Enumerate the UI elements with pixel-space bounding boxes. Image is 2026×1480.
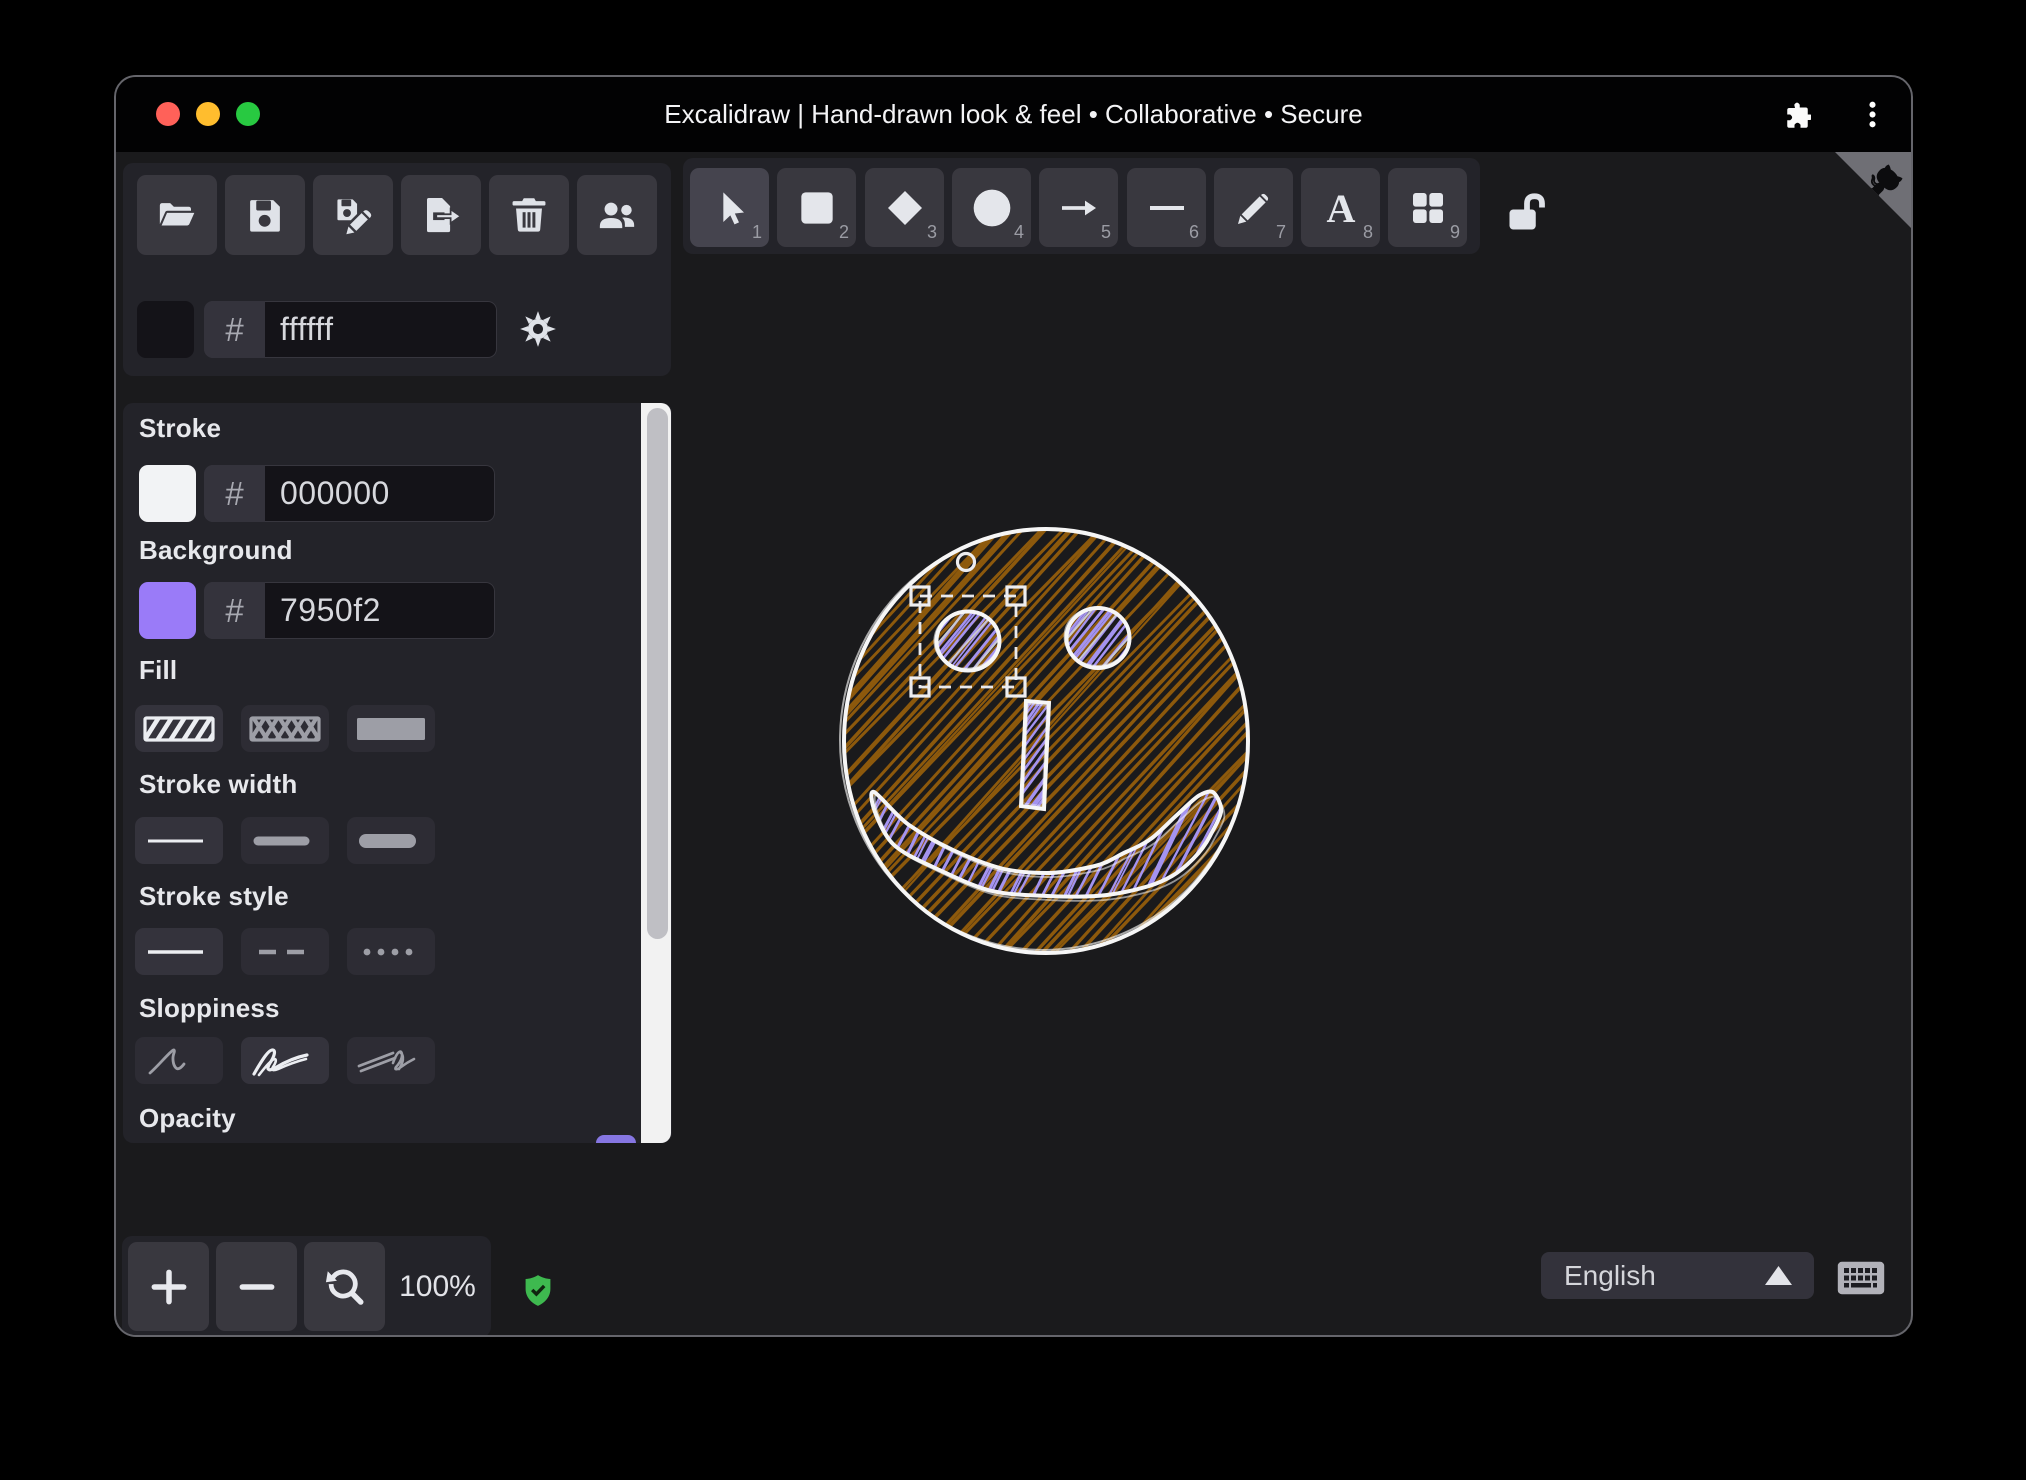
svg-text:A: A bbox=[1326, 188, 1355, 228]
